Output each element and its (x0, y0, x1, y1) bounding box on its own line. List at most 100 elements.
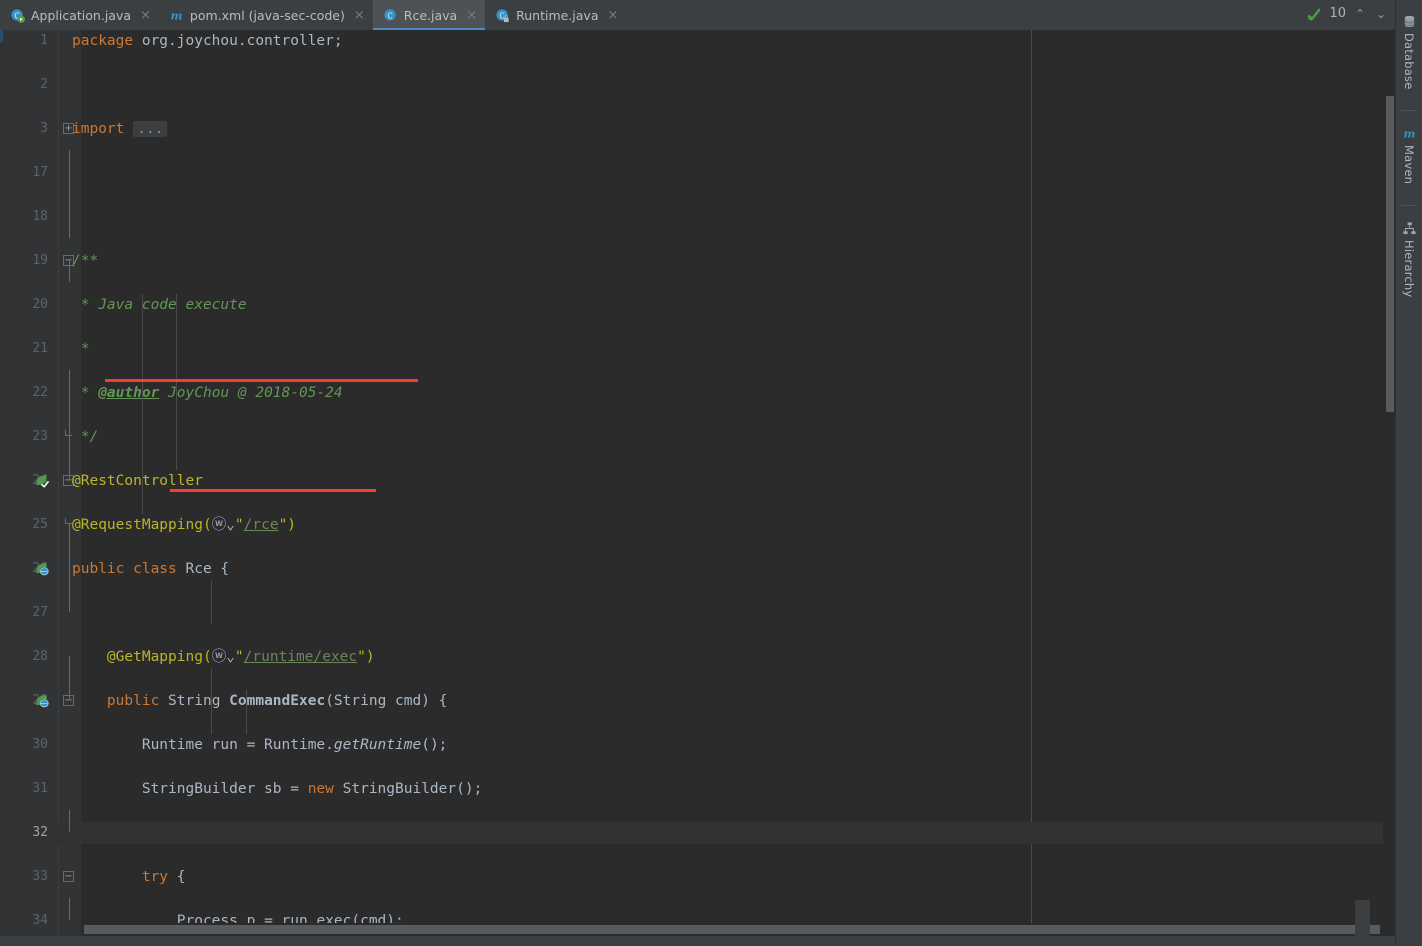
strip-divider (1401, 110, 1417, 111)
line-number: 30 (32, 737, 48, 752)
tool-window-label: Hierarchy (1402, 240, 1416, 298)
strip-divider (1401, 205, 1417, 206)
line-number: 21 (32, 341, 48, 356)
editor-tab-bar: C Application.java × m pom.xml (java-sec-cod… (0, 0, 1396, 31)
code-line[interactable]: 32 (0, 822, 1396, 844)
code-line-text: import ... (72, 118, 168, 140)
line-number: 32 (32, 825, 48, 840)
right-tool-window-strip: Database m Maven Hierarchy (1395, 0, 1422, 946)
code-line-text: try { (141, 869, 186, 885)
code-line[interactable]: 21 * (0, 338, 1396, 360)
line-number: 33 (32, 869, 48, 884)
indent-guide (211, 668, 213, 734)
spring-endpoint-icon[interactable] (34, 693, 50, 709)
tool-window-label: Database (1402, 33, 1416, 90)
line-number: 27 (32, 605, 48, 620)
code-line[interactable]: 28 @GetMapping(ⓦ⌄"/runtime/exec") (0, 646, 1396, 668)
line-number: 20 (32, 297, 48, 312)
editor-tab-runtime[interactable]: C Runtime.java × (485, 0, 626, 30)
code-line-text: * (80, 341, 90, 357)
code-line[interactable]: 18 (0, 206, 1396, 228)
indent-guide (141, 294, 143, 514)
inspection-widget[interactable]: 10 ⌃ ⌄ (1307, 6, 1388, 21)
error-underline (170, 489, 376, 492)
editor-tab-label: Application.java (31, 7, 132, 23)
editor-tab-pom[interactable]: m pom.xml (java-sec-code) × (159, 0, 373, 30)
fold-connector (69, 150, 70, 238)
close-icon[interactable]: × (140, 9, 151, 22)
line-number: 22 (32, 385, 48, 400)
code-line[interactable]: 1 package org.joychou.controller; (0, 30, 1396, 52)
svg-text:m: m (170, 8, 182, 22)
code-line[interactable]: 26public class Rce { (0, 558, 1396, 580)
tool-window-button-hierarchy[interactable]: Hierarchy (1396, 215, 1422, 297)
maven-m-icon: m (1402, 126, 1417, 141)
fold-connector (69, 898, 70, 920)
code-line[interactable]: 17 (0, 162, 1396, 184)
line-number: 3 (40, 121, 48, 136)
code-line-text: * @author JoyChou @ 2018-05-24 (80, 385, 343, 401)
line-number: 25 (32, 517, 48, 532)
tool-window-button-database[interactable]: Database (1396, 8, 1422, 89)
fold-connector (69, 370, 70, 480)
code-line[interactable]: 33 try { (0, 866, 1396, 888)
fold-connector (69, 810, 70, 832)
code-line[interactable]: 19 /** (0, 250, 1396, 272)
code-line[interactable]: 25 @RequestMapping(ⓦ⌄"/rce") (0, 514, 1396, 536)
spring-endpoint-icon[interactable] (34, 561, 50, 577)
inspection-count: 10 (1329, 6, 1346, 21)
next-problem-button[interactable]: ⌄ (1374, 7, 1388, 21)
line-number: 31 (32, 781, 48, 796)
tool-window-button-maven[interactable]: m Maven (1396, 120, 1422, 184)
code-line-text: @RequestMapping(ⓦ⌄"/rce") (72, 517, 297, 533)
horizontal-scrollbar-thumb[interactable] (84, 925, 1380, 934)
close-icon[interactable]: × (466, 9, 477, 22)
spring-bean-icon[interactable] (34, 473, 50, 489)
inspection-ok-icon (1307, 6, 1322, 21)
code-line-text: * Java code execute (80, 297, 247, 313)
line-number: 28 (32, 649, 48, 664)
line-number: 23 (32, 429, 48, 444)
code-line-text: */ (80, 429, 99, 445)
indent-guide (176, 404, 178, 448)
code-line[interactable]: 30 Runtime run = Runtime.getRuntime(); (0, 734, 1396, 756)
code-line[interactable]: 23 */ (0, 426, 1396, 448)
code-editor[interactable]: 1 package org.joychou.controller; 2 3 impor… (0, 30, 1396, 946)
java-class-run-icon: C (10, 8, 25, 23)
editor-tab-label: Runtime.java (516, 7, 599, 23)
maven-m-icon: m (169, 8, 184, 23)
fold-connector (69, 260, 70, 282)
code-lines-container[interactable]: 1 package org.joychou.controller; 2 3 impor… (0, 30, 1396, 946)
code-line[interactable]: 31 StringBuilder sb = new StringBuilder(… (0, 778, 1396, 800)
code-line[interactable]: 20 * Java code execute (0, 294, 1396, 316)
fold-connector (69, 524, 70, 612)
code-line-text: package org.joychou.controller; (72, 33, 343, 49)
code-line[interactable]: 3 import ... (0, 118, 1396, 140)
close-icon[interactable]: × (354, 9, 365, 22)
java-class-locked-icon: C (495, 8, 510, 23)
code-line-text: StringBuilder sb = new StringBuilder(); (72, 781, 483, 797)
editor-bottom-bar (0, 936, 1396, 946)
code-line[interactable]: 22 * @author JoyChou @ 2018-05-24 (0, 382, 1396, 404)
indent-guide (246, 690, 247, 734)
svg-text:m: m (1403, 126, 1415, 140)
editor-tab-application[interactable]: C Application.java × (0, 0, 159, 30)
editor-tab-rce[interactable]: C Rce.java × (372, 0, 486, 30)
code-line[interactable]: 29 public String CommandExec(String cmd)… (0, 690, 1396, 712)
close-icon[interactable]: × (607, 9, 618, 22)
prev-problem-button[interactable]: ⌃ (1353, 7, 1367, 21)
code-line-text: @GetMapping(ⓦ⌄"/runtime/exec") (106, 649, 375, 665)
fold-connector (69, 656, 70, 700)
code-line[interactable]: 2 (0, 74, 1396, 96)
code-line[interactable]: 27 (0, 602, 1396, 624)
vertical-scrollbar-thumb[interactable] (1386, 96, 1394, 412)
hierarchy-icon (1402, 221, 1417, 236)
tool-window-label: Maven (1402, 145, 1416, 185)
database-icon (1402, 14, 1417, 29)
line-number: 18 (32, 209, 48, 224)
indent-guide (211, 580, 213, 624)
line-number: 19 (32, 253, 48, 268)
